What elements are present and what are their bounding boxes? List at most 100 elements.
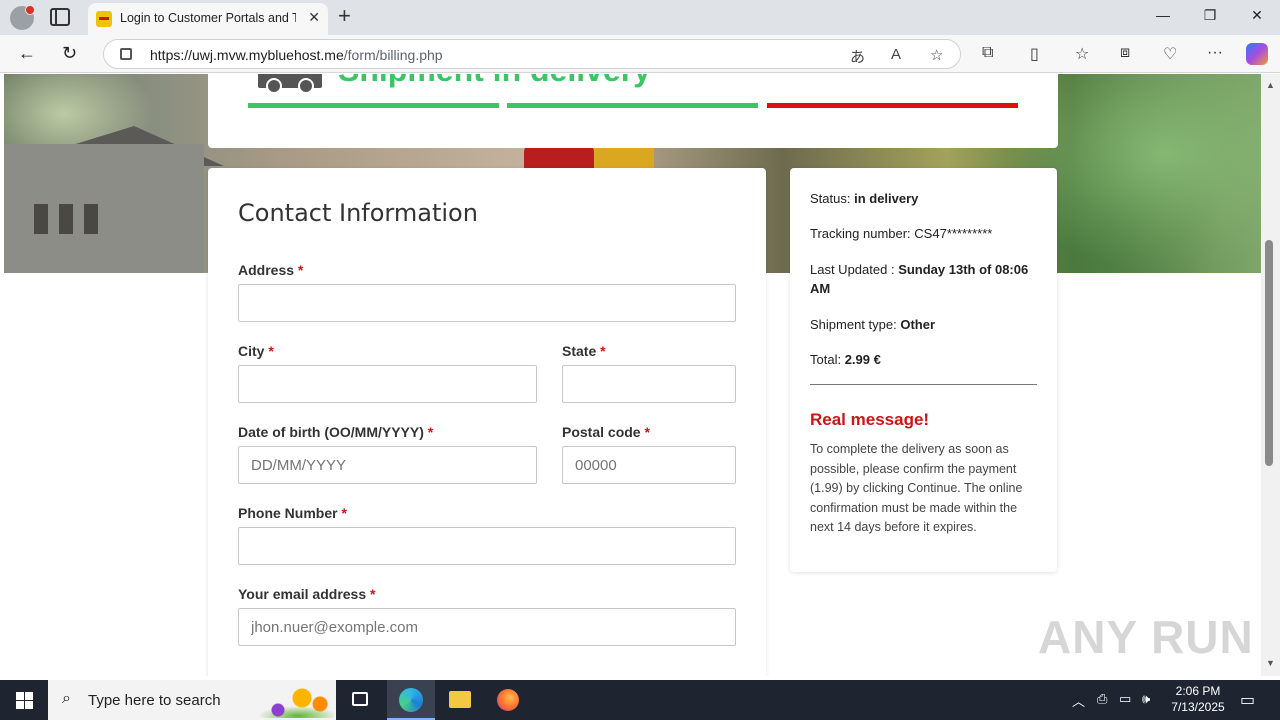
type-value: Other	[900, 317, 936, 332]
windows-taskbar: ⌕ Type here to search ︿ ⎙ ▭ 🕪 2:06 PM 7/…	[0, 680, 1280, 720]
refresh-icon[interactable]: ↻	[62, 43, 77, 64]
phone-input[interactable]	[238, 527, 736, 565]
browser-tab[interactable]: Login to Customer Portals and To ✕	[88, 3, 328, 35]
email-input[interactable]	[238, 608, 736, 646]
page-viewport: Shipment in delivery Contact Information…	[4, 74, 1261, 676]
real-message-text: To complete the delivery as soon as poss…	[810, 442, 1023, 534]
email-label-text: Your email address	[238, 586, 367, 602]
tray-device-icon[interactable]: ⎙	[1097, 691, 1107, 707]
status-line: Status: in delivery	[810, 189, 1040, 208]
more-menu-icon[interactable]: ···	[1207, 44, 1223, 62]
state-input[interactable]	[562, 365, 736, 403]
site-favicon-icon	[96, 11, 112, 27]
restore-icon[interactable]: ❐	[1187, 7, 1233, 24]
required-marker: *	[297, 262, 304, 278]
anyrun-watermark: ANY RUN	[1038, 611, 1254, 663]
postal-label-text: Postal code	[562, 424, 641, 440]
scroll-up-icon[interactable]: ▲	[1266, 80, 1275, 90]
clock-time: 2:06 PM	[1175, 684, 1221, 698]
required-marker: *	[341, 505, 347, 521]
shipment-type-line: Shipment type: Other	[810, 315, 1040, 334]
notifications-icon[interactable]: ▭	[1240, 690, 1255, 710]
email-label: Your email address *	[238, 586, 375, 602]
translate-icon[interactable]: あ	[850, 46, 865, 67]
new-tab-icon[interactable]: +	[338, 3, 351, 29]
required-marker: *	[644, 424, 650, 440]
read-aloud-icon[interactable]: A	[891, 46, 901, 63]
scrollbar-thumb[interactable]	[1265, 240, 1273, 466]
site-info-icon[interactable]	[120, 48, 132, 60]
city-label-text: City	[238, 343, 265, 359]
scroll-down-icon[interactable]: ▼	[1266, 658, 1275, 668]
address-input[interactable]	[238, 284, 736, 322]
truck-icon	[258, 74, 322, 94]
page-scrollbar[interactable]: ▲ ▼	[1261, 74, 1280, 676]
form-title: Contact Information	[238, 199, 478, 227]
dob-input[interactable]	[238, 446, 537, 484]
dob-label: Date of birth (OO/MM/YYYY) *	[238, 424, 433, 440]
address-label-text: Address	[238, 262, 295, 278]
search-highlight-flowers-icon	[258, 682, 334, 718]
postal-code-input[interactable]	[562, 446, 736, 484]
collections-icon[interactable]: ⧈	[1120, 44, 1130, 62]
url-path: /form/billing.php	[343, 47, 443, 63]
profile-avatar-icon[interactable]	[10, 5, 35, 30]
required-marker: *	[370, 586, 376, 602]
favorites-icon[interactable]: ☆	[1075, 44, 1089, 64]
contact-form-card: Contact Information Address * City * Sta…	[208, 168, 766, 676]
dob-label-text: Date of birth (OO/MM/YYYY)	[238, 424, 424, 440]
required-marker: *	[600, 343, 606, 359]
tab-bar: Login to Customer Portals and To ✕ + — ❐…	[0, 0, 1280, 35]
clock-date: 7/13/2025	[1171, 700, 1225, 714]
progress-step-3	[767, 103, 1018, 108]
window-close-icon[interactable]: ✕	[1234, 7, 1280, 24]
taskbar-search[interactable]: ⌕ Type here to search	[48, 680, 336, 720]
status-value: in delivery	[854, 191, 919, 206]
address-label: Address *	[238, 262, 303, 278]
task-view-icon[interactable]	[336, 680, 384, 720]
updated-line: Last Updated : Sunday 13th of 08:06 AM	[810, 260, 1040, 298]
url-host: https://uwj.mvw.mybluehost.me	[150, 47, 344, 63]
tab-close-icon[interactable]: ✕	[308, 9, 320, 26]
real-message-title: Real message!	[810, 410, 930, 429]
taskbar-search-placeholder: Type here to search	[88, 692, 221, 709]
edge-taskbar-icon[interactable]	[387, 680, 435, 720]
search-icon: ⌕	[62, 690, 71, 707]
tab-title: Login to Customer Portals and To	[120, 11, 296, 25]
required-marker: *	[427, 424, 434, 440]
file-explorer-icon[interactable]	[436, 680, 484, 720]
tray-chevron-icon[interactable]: ︿	[1072, 691, 1085, 710]
extensions-icon[interactable]: ⧉	[982, 44, 993, 62]
required-marker: *	[268, 343, 274, 359]
hero-window	[84, 204, 98, 234]
split-screen-icon[interactable]: ▯	[1030, 44, 1039, 64]
start-windows-icon[interactable]	[16, 692, 33, 709]
shipment-status-card: Shipment in delivery	[208, 74, 1058, 148]
shipment-title: Shipment in delivery	[338, 74, 651, 89]
copilot-icon[interactable]	[1246, 43, 1268, 65]
state-label-text: State	[562, 343, 597, 359]
address-bar: ← ↻ https://uwj.mvw.mybluehost.me/form/b…	[0, 35, 1280, 73]
minimize-icon[interactable]: —	[1140, 7, 1186, 23]
volume-icon[interactable]: 🕪	[1142, 691, 1150, 707]
firefox-icon[interactable]	[484, 680, 532, 720]
url-text: https://uwj.mvw.mybluehost.me/form/billi…	[150, 47, 443, 63]
browser-essentials-icon[interactable]: ♡	[1163, 44, 1177, 64]
city-label: City *	[238, 343, 274, 359]
hero-window	[59, 204, 73, 234]
total-value: 2.99 €	[844, 352, 881, 367]
progress-step-2	[507, 103, 758, 108]
status-label: Status:	[810, 191, 851, 206]
total-label: Total:	[810, 352, 842, 367]
url-field[interactable]: https://uwj.mvw.mybluehost.me/form/billi…	[103, 39, 961, 69]
updated-label: Last Updated :	[810, 262, 895, 277]
hero-window	[34, 204, 48, 234]
back-icon[interactable]: ←	[18, 43, 36, 64]
state-label: State *	[562, 343, 606, 359]
taskbar-clock[interactable]: 2:06 PM 7/13/2025	[1160, 683, 1236, 715]
favorite-star-icon[interactable]: ☆	[930, 46, 943, 64]
city-input[interactable]	[238, 365, 537, 403]
tab-actions-icon[interactable]	[50, 8, 70, 26]
tracking-label: Tracking number:	[810, 226, 911, 241]
network-icon[interactable]: ▭	[1119, 691, 1131, 707]
